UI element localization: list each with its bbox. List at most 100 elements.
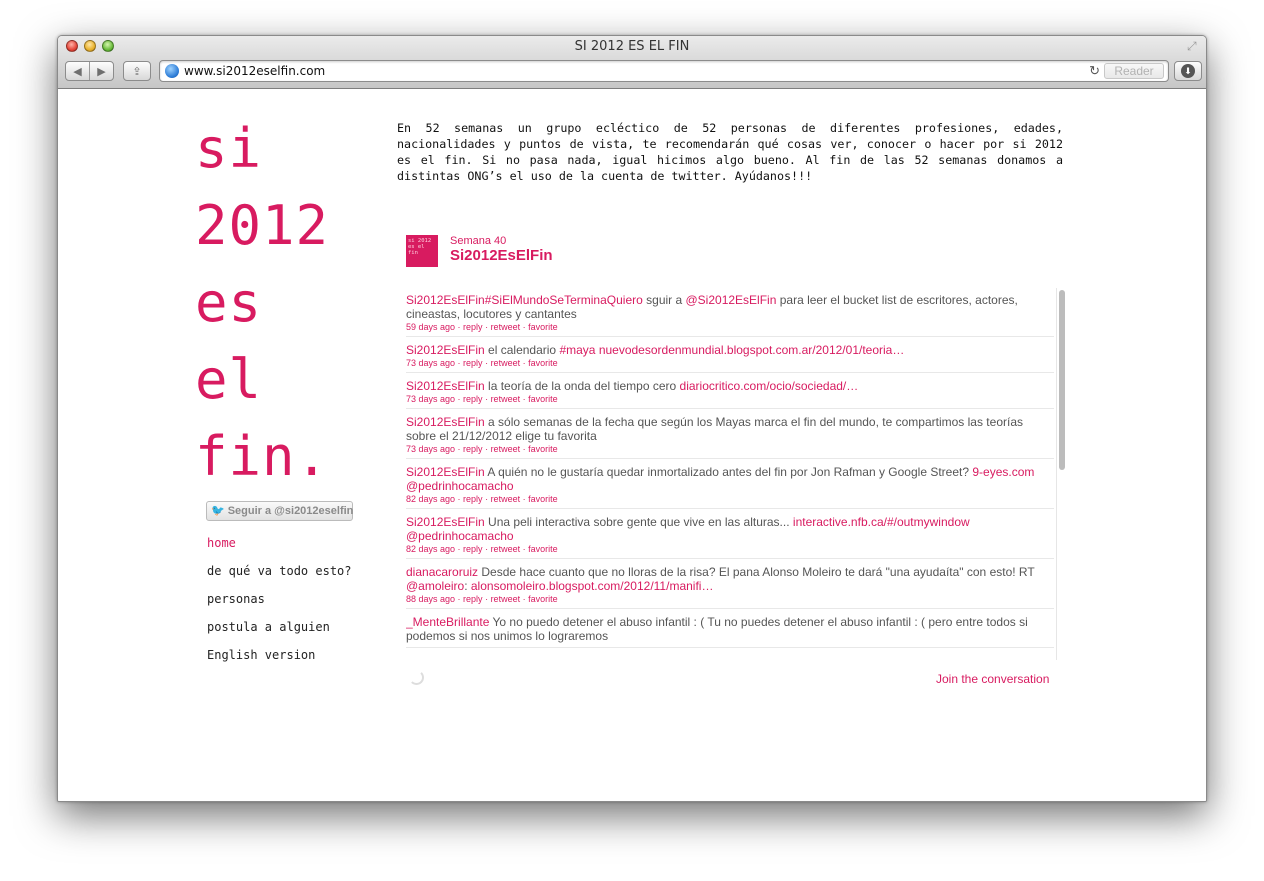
- tweet-link[interactable]: interactive.nfb.ca/#/outmywindow: [793, 515, 970, 529]
- separator-dot: ·: [520, 444, 529, 454]
- separator-dot: ·: [520, 322, 529, 332]
- tweet-username[interactable]: dianacaroruiz: [406, 565, 478, 579]
- nav-item-personas[interactable]: personas: [207, 592, 352, 620]
- tweet-retweet-link[interactable]: retweet: [491, 322, 521, 332]
- window-title: SI 2012 ES EL FIN: [574, 39, 690, 54]
- tweet: _MenteBrillante Yo no puedo detener el a…: [406, 609, 1054, 648]
- tweet-timestamp[interactable]: 82 days ago: [406, 494, 455, 504]
- address-bar[interactable]: www.si2012eselfin.com ↻ Reader: [159, 60, 1169, 82]
- tweet-retweet-link[interactable]: retweet: [491, 394, 521, 404]
- tweet-timestamp[interactable]: 73 days ago: [406, 394, 455, 404]
- share-button[interactable]: ⇪: [123, 61, 151, 81]
- scrollbar-thumb[interactable]: [1059, 290, 1065, 470]
- fullscreen-icon[interactable]: ⤢: [1187, 40, 1199, 52]
- tweet-retweet-link[interactable]: retweet: [491, 444, 521, 454]
- tweet-timestamp[interactable]: 88 days ago: [406, 594, 455, 604]
- tweet-link[interactable]: 9-eyes.com: [972, 465, 1034, 479]
- nav-item-de-qu-va-todo-esto[interactable]: de qué va todo esto?: [207, 564, 352, 592]
- nav-item-home[interactable]: home: [207, 536, 352, 564]
- account-avatar[interactable]: si 2012 es el fin: [406, 235, 438, 267]
- tweet-list: Si2012EsElFin#SiElMundoSeTerminaQuiero s…: [406, 287, 1069, 659]
- tweet-retweet-link[interactable]: retweet: [491, 594, 521, 604]
- separator-dot: ·: [482, 594, 491, 604]
- nav-item-english-version[interactable]: English version: [207, 648, 352, 676]
- tweet-reply-link[interactable]: reply: [463, 358, 483, 368]
- tweet-retweet-link[interactable]: retweet: [491, 494, 521, 504]
- tweet-link[interactable]: @pedrinhocamacho: [406, 479, 514, 493]
- widget-account-name[interactable]: Si2012EsElFin: [450, 247, 553, 264]
- tweet-retweet-link[interactable]: retweet: [491, 358, 521, 368]
- tweet-reply-link[interactable]: reply: [463, 594, 483, 604]
- tweet-body: el calendario: [484, 343, 560, 357]
- tweet-username[interactable]: Si2012EsElFin: [406, 515, 485, 529]
- tweet-body: Desde hace cuanto que no lloras de la ri…: [478, 565, 1035, 579]
- tweet-body: sguir a: [642, 293, 686, 307]
- tweet-meta: 73 days ago · reply · retweet · favorite: [406, 394, 1054, 404]
- tweet-reply-link[interactable]: reply: [463, 444, 483, 454]
- tweet-favorite-link[interactable]: favorite: [528, 594, 558, 604]
- tweet-link[interactable]: #maya: [559, 343, 595, 357]
- tweet-username[interactable]: Si2012EsElFin: [406, 415, 485, 429]
- tweet-favorite-link[interactable]: favorite: [528, 544, 558, 554]
- tweet-timestamp[interactable]: 73 days ago: [406, 358, 455, 368]
- tweet-favorite-link[interactable]: favorite: [528, 494, 558, 504]
- tweet-timestamp[interactable]: 59 days ago: [406, 322, 455, 332]
- twitter-follow-button[interactable]: 🐦 Seguir a @si2012eselfin: [206, 501, 353, 521]
- tweet-reply-link[interactable]: reply: [463, 394, 483, 404]
- logo-line: el: [195, 348, 263, 411]
- tweet-timestamp[interactable]: 73 days ago: [406, 444, 455, 454]
- tweet-scrollbar[interactable]: [1056, 288, 1067, 660]
- tweet-retweet-link[interactable]: retweet: [491, 544, 521, 554]
- intro-text: En 52 semanas un grupo ecléctico de 52 p…: [397, 121, 1063, 183]
- tweet-text: Si2012EsElFin a sólo semanas de la fecha…: [406, 415, 1054, 443]
- tweet-link[interactable]: #SiElMundoSeTerminaQuiero: [485, 293, 643, 307]
- tweet-link[interactable]: alonsomoleiro.blogspot.com/2012/11/manif…: [471, 579, 714, 593]
- tweet-body: la teoría de la onda del tiempo cero: [484, 379, 680, 393]
- back-button[interactable]: ◀: [66, 65, 89, 78]
- tweet-username[interactable]: Si2012EsElFin: [406, 465, 485, 479]
- tweet-favorite-link[interactable]: favorite: [528, 358, 558, 368]
- tweet-username[interactable]: Si2012EsElFin: [406, 293, 485, 307]
- tweet-favorite-link[interactable]: favorite: [528, 444, 558, 454]
- tweet-link[interactable]: @Si2012EsElFin: [686, 293, 777, 307]
- join-conversation-link[interactable]: Join the conversation: [936, 672, 1049, 686]
- tweet-favorite-link[interactable]: favorite: [528, 322, 558, 332]
- tweet-reply-link[interactable]: reply: [463, 494, 483, 504]
- tweet-username[interactable]: Si2012EsElFin: [406, 343, 485, 357]
- tweet-body: A quién no le gustaría quedar inmortaliz…: [484, 465, 973, 479]
- tweet-body: :: [464, 579, 471, 593]
- widget-week: Semana 40: [450, 235, 507, 247]
- logo-line: si: [195, 117, 263, 180]
- tweet-username[interactable]: Si2012EsElFin: [406, 379, 485, 393]
- page-content: si 2012 es el fin. 🐦 Seguir a @si2012eselfin …: [58, 90, 1206, 801]
- downloads-button[interactable]: ⬇: [1174, 61, 1202, 81]
- nav-item-postula-a-alguien[interactable]: postula a alguien: [207, 620, 352, 648]
- share-icon: ⇪: [132, 65, 142, 78]
- tweet-link[interactable]: nuevodesordenmundial.blogspot.com.ar/201…: [599, 343, 905, 357]
- tweet-link[interactable]: @pedrinhocamacho: [406, 529, 514, 543]
- separator-dot: ·: [455, 444, 464, 454]
- separator-dot: ·: [482, 544, 491, 554]
- tweet-link[interactable]: @amoleiro: [406, 579, 464, 593]
- tweet-favorite-link[interactable]: favorite: [528, 394, 558, 404]
- tweet-timestamp[interactable]: 82 days ago: [406, 544, 455, 554]
- tweet-link[interactable]: diariocritico.com/ocio/sociedad/…: [680, 379, 859, 393]
- tweet: Si2012EsElFin la teoría de la onda del t…: [406, 373, 1054, 409]
- tweet-text: Si2012EsElFin Una peli interactiva sobre…: [406, 515, 1054, 543]
- tweet-reply-link[interactable]: reply: [463, 322, 483, 332]
- reload-icon[interactable]: ↻: [1089, 63, 1100, 79]
- tweet-text: Si2012EsElFin el calendario #maya nuevod…: [406, 343, 1054, 357]
- site-logo[interactable]: si 2012 es el fin.: [195, 110, 365, 495]
- tweet-username[interactable]: _MenteBrillante: [406, 615, 489, 629]
- tweet-text: _MenteBrillante Yo no puedo detener el a…: [406, 615, 1054, 643]
- url-text[interactable]: www.si2012eselfin.com: [184, 64, 325, 78]
- tweet-body: a sólo semanas de la fecha que según los…: [406, 415, 1023, 443]
- separator-dot: ·: [520, 494, 529, 504]
- tweet-text: dianacaroruiz Desde hace cuanto que no l…: [406, 565, 1054, 593]
- reader-button[interactable]: Reader: [1104, 63, 1164, 79]
- forward-button[interactable]: ▶: [90, 65, 113, 78]
- logo-line: fin.: [195, 425, 330, 488]
- tweet-meta: 82 days ago · reply · retweet · favorite: [406, 544, 1054, 554]
- separator-dot: ·: [520, 594, 529, 604]
- tweet-reply-link[interactable]: reply: [463, 544, 483, 554]
